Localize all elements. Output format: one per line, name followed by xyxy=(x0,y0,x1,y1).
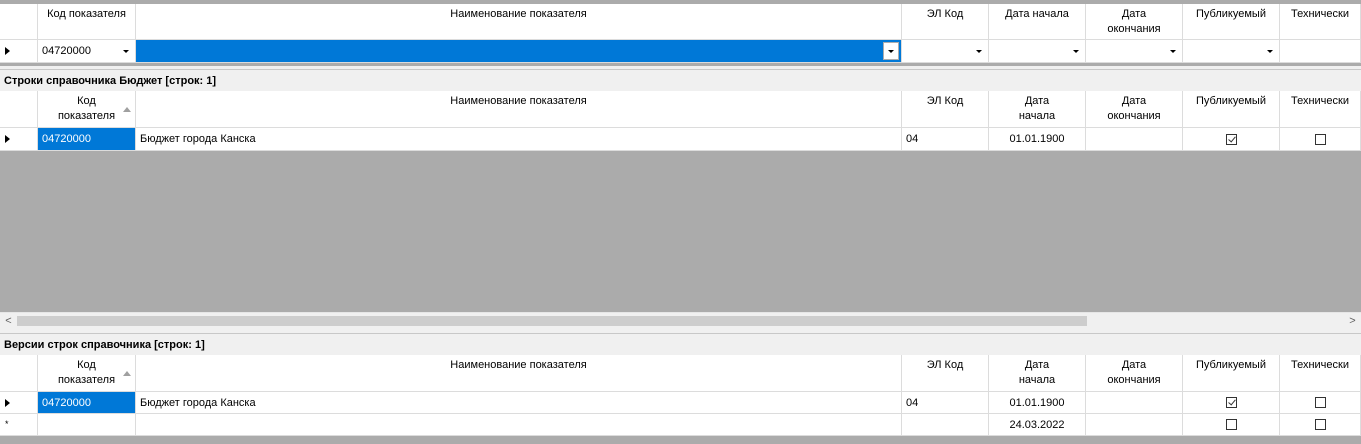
table-cell-code[interactable]: 04720000 xyxy=(38,128,136,151)
published-checkbox[interactable] xyxy=(1225,133,1237,145)
current-row-arrow-icon xyxy=(5,398,10,407)
chevron-down-icon[interactable] xyxy=(1262,41,1278,61)
new-row-cell-code[interactable] xyxy=(38,414,136,436)
table-cell-el-code[interactable]: 04 xyxy=(902,392,989,414)
table-cell-code[interactable]: 04720000 xyxy=(38,392,136,414)
published-checkbox[interactable] xyxy=(1225,397,1237,408)
rows-col-code-label: Код показателя xyxy=(57,95,116,122)
current-row-arrow-icon xyxy=(5,135,10,143)
filter-col-code-header[interactable]: Код показателя xyxy=(38,4,136,40)
versions-col-code-header[interactable]: Код показателя xyxy=(38,355,136,392)
table-cell-date-start[interactable]: 01.01.1900 xyxy=(989,392,1086,414)
filter-col-el-code-header[interactable]: ЭЛ Код xyxy=(902,4,989,40)
filter-col-published-header[interactable]: Публикуемый xyxy=(1183,4,1280,40)
versions-col-published-header[interactable]: Публикуемый xyxy=(1183,355,1280,392)
versions-col-name-header[interactable]: Наименование показателя xyxy=(136,355,902,392)
filter-published-dropdown[interactable] xyxy=(1183,40,1280,63)
filter-el-code-dropdown[interactable] xyxy=(902,40,989,63)
table-cell-technical[interactable] xyxy=(1280,392,1361,414)
filter-col-date-end-header[interactable]: Дата окончания xyxy=(1086,4,1183,40)
versions-col-date-end-header[interactable]: Дата окончания xyxy=(1086,355,1183,392)
table-cell-date-end[interactable] xyxy=(1086,392,1183,414)
rows-grid-caption: Строки справочника Бюджет [строк: 1] xyxy=(0,69,1361,91)
rows-col-name-header[interactable]: Наименование показателя xyxy=(136,91,902,128)
scroll-left-button[interactable]: < xyxy=(0,313,17,329)
filter-name-dropdown[interactable] xyxy=(136,40,902,63)
table-cell-published[interactable] xyxy=(1183,392,1280,414)
table-row-header[interactable] xyxy=(0,392,38,414)
chevron-down-icon[interactable] xyxy=(1165,41,1181,61)
new-row-cell-el-code[interactable] xyxy=(902,414,989,436)
new-row-cell-date-end[interactable] xyxy=(1086,414,1183,436)
new-row-cell-published[interactable] xyxy=(1183,414,1280,436)
table-cell-date-start[interactable]: 01.01.1900 xyxy=(989,128,1086,151)
scrollbar-thumb[interactable] xyxy=(17,316,1087,326)
versions-col-code-label: Код показателя xyxy=(57,359,116,386)
technical-checkbox[interactable] xyxy=(1314,419,1326,430)
technical-checkbox[interactable] xyxy=(1314,397,1326,408)
filter-date-end-dropdown[interactable] xyxy=(1086,40,1183,63)
filter-grid: Код показателя Наименование показателя Э… xyxy=(0,0,1361,66)
sort-ascending-icon xyxy=(123,371,131,376)
filter-col-name-header[interactable]: Наименование показателя xyxy=(136,4,902,40)
filter-code-value: 04720000 xyxy=(42,45,91,57)
filter-row-header[interactable] xyxy=(0,40,38,63)
table-cell-name[interactable]: Бюджет города Канска xyxy=(136,128,902,151)
current-row-arrow-icon xyxy=(5,47,10,55)
table-cell-technical[interactable] xyxy=(1280,128,1361,151)
sort-ascending-icon xyxy=(123,107,131,112)
new-row-cell-name[interactable] xyxy=(136,414,902,436)
filter-date-start-dropdown[interactable] xyxy=(989,40,1086,63)
new-row-cell-date-start[interactable]: 24.03.2022 xyxy=(989,414,1086,436)
technical-checkbox[interactable] xyxy=(1314,133,1326,145)
filter-code-dropdown[interactable]: 04720000 xyxy=(38,40,136,63)
rows-col-code-header[interactable]: Код показателя xyxy=(38,91,136,128)
published-checkbox[interactable] xyxy=(1225,419,1237,430)
chevron-down-icon[interactable] xyxy=(971,41,987,61)
filter-col-technical-header[interactable]: Технически xyxy=(1280,4,1361,40)
rows-grid-hscrollbar[interactable]: < > xyxy=(0,312,1361,329)
rows-col-date-start-header[interactable]: Дата начала xyxy=(989,91,1086,128)
versions-col-technical-header[interactable]: Технически xyxy=(1280,355,1361,392)
filter-grid-corner xyxy=(0,4,38,40)
new-row-cell-technical[interactable] xyxy=(1280,414,1361,436)
versions-col-date-start-header[interactable]: Дата начала xyxy=(989,355,1086,392)
versions-grid: Код показателя Наименование показателя Э… xyxy=(0,355,1361,444)
table-cell-date-end[interactable] xyxy=(1086,128,1183,151)
versions-grid-corner xyxy=(0,355,38,392)
rows-col-published-header[interactable]: Публикуемый xyxy=(1183,91,1280,128)
scroll-right-button[interactable]: > xyxy=(1344,313,1361,329)
chevron-down-icon[interactable] xyxy=(118,41,134,61)
rows-col-el-code-header[interactable]: ЭЛ Код xyxy=(902,91,989,128)
versions-grid-caption: Версии строк справочника [строк: 1] xyxy=(0,333,1361,355)
new-row-asterisk-icon: * xyxy=(5,419,9,429)
table-cell-published[interactable] xyxy=(1183,128,1280,151)
table-row-header[interactable] xyxy=(0,128,38,151)
filter-col-date-start-header[interactable]: Дата начала xyxy=(989,4,1086,40)
chevron-down-icon[interactable] xyxy=(883,42,899,60)
rows-col-technical-header[interactable]: Технически xyxy=(1280,91,1361,128)
table-cell-name[interactable]: Бюджет города Канска xyxy=(136,392,902,414)
rows-grid: Код показателя Наименование показателя Э… xyxy=(0,91,1361,329)
rows-grid-corner xyxy=(0,91,38,128)
new-row-header[interactable]: * xyxy=(0,414,38,436)
filter-technical-cell[interactable] xyxy=(1280,40,1361,63)
versions-col-el-code-header[interactable]: ЭЛ Код xyxy=(902,355,989,392)
rows-col-date-end-header[interactable]: Дата окончания xyxy=(1086,91,1183,128)
chevron-down-icon[interactable] xyxy=(1068,41,1084,61)
table-cell-el-code[interactable]: 04 xyxy=(902,128,989,151)
